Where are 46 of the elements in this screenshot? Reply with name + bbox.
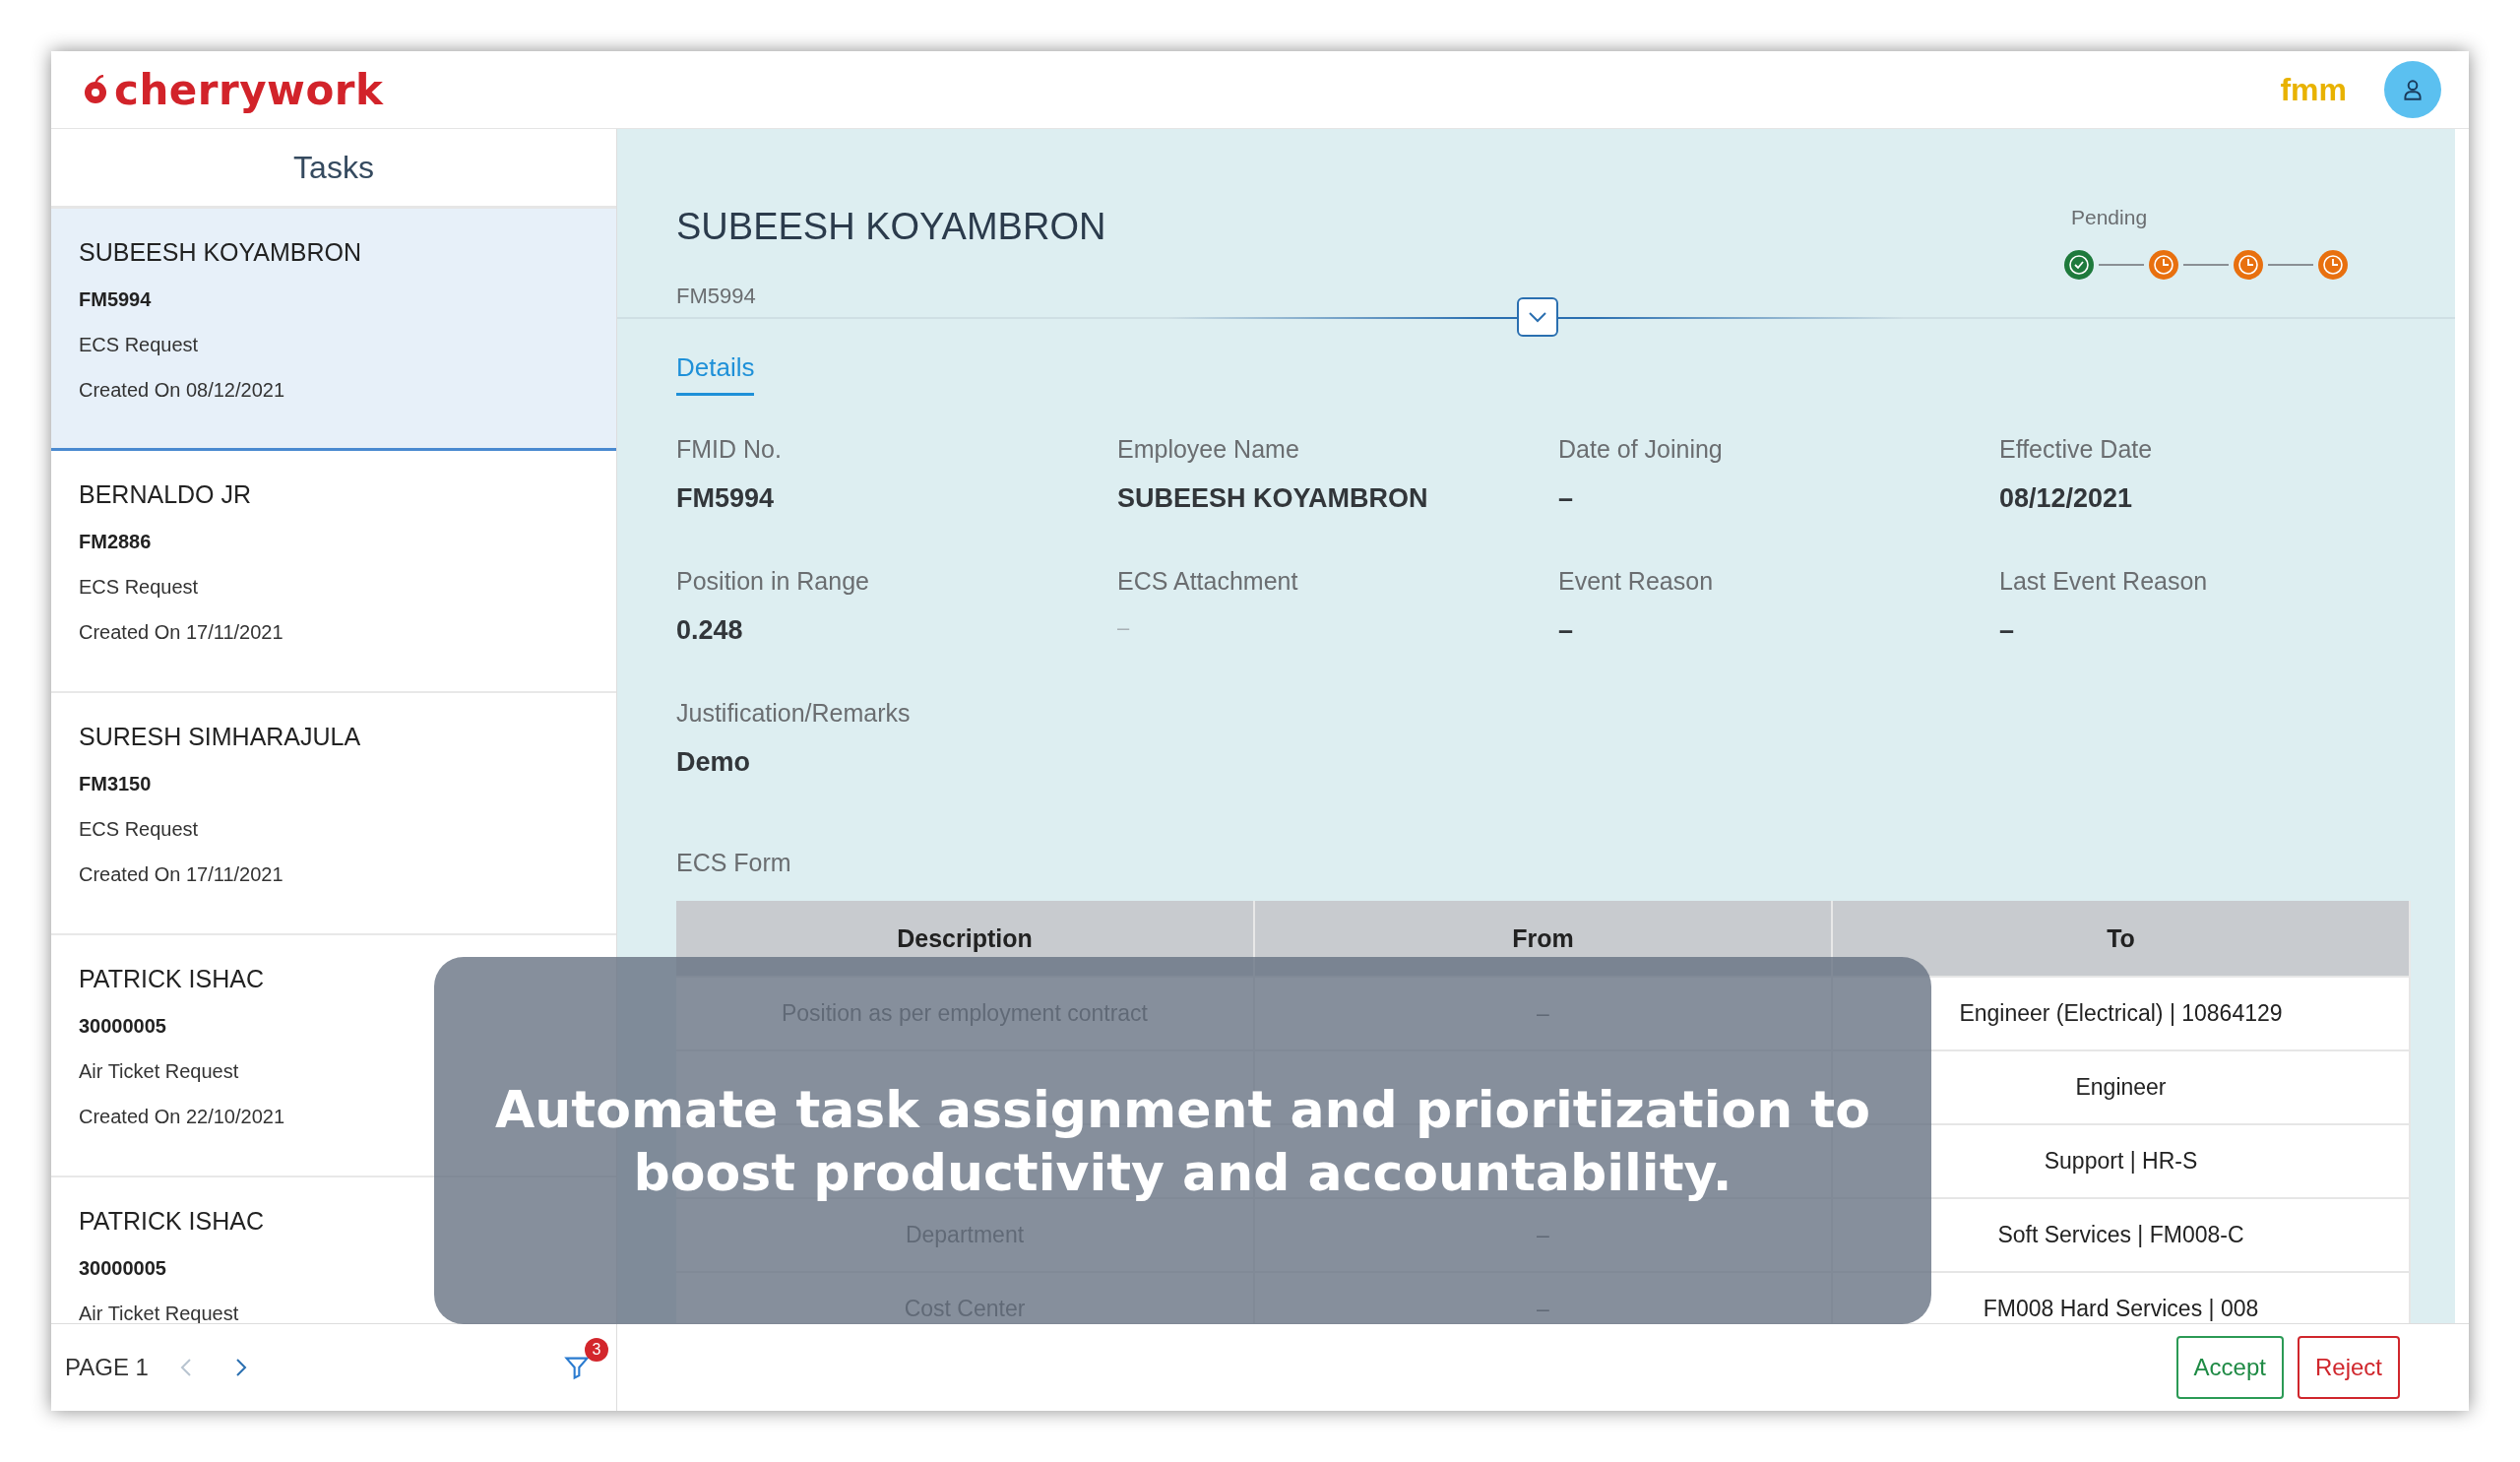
chevron-right-icon bbox=[234, 1358, 247, 1377]
table-cell: Soft Services | FM008-C bbox=[1997, 1222, 2244, 1247]
field-label: Date of Joining bbox=[1558, 435, 1724, 464]
field-label: FMID No. bbox=[676, 435, 783, 464]
tasks-title: Tasks bbox=[293, 149, 374, 186]
brand-logo[interactable]: cherrywork bbox=[114, 65, 384, 114]
column-header: To bbox=[1832, 901, 2410, 977]
field-value: – bbox=[1117, 615, 1131, 641]
field-value: Demo bbox=[676, 747, 751, 778]
page-label: PAGE 1 bbox=[65, 1354, 149, 1381]
field-value: – bbox=[1999, 615, 2016, 646]
field-label: Last Event Reason bbox=[1999, 567, 2209, 596]
task-item[interactable]: BERNALDO JR FM2886 ECS Request Created On 17/11/2021 bbox=[51, 451, 616, 693]
field-value: FM5994 bbox=[676, 483, 776, 514]
detail-title: SUBEESH KOYAMBRON bbox=[676, 206, 1106, 248]
detail-subtitle: FM5994 bbox=[676, 284, 757, 309]
field-label: Employee Name bbox=[1117, 435, 1300, 464]
filter-count-badge: 3 bbox=[585, 1338, 608, 1362]
field-label: Justification/Remarks bbox=[676, 699, 912, 728]
collapse-button[interactable] bbox=[1516, 297, 1558, 337]
task-item[interactable]: SURESH SIMHARAJULA FM3150 ECS Request Created On 17/11/2021 bbox=[51, 693, 616, 935]
field-label: ECS Attachment bbox=[1117, 567, 1299, 596]
field-label: Position in Range bbox=[676, 567, 870, 596]
field-label: Effective Date bbox=[1999, 435, 2154, 464]
task-item[interactable]: SUBEESH KOYAMBRON FM5994 ECS Request Created On 08/12/2021 bbox=[51, 209, 616, 451]
table-cell: – bbox=[1537, 1296, 1549, 1321]
partner-logo: fmm bbox=[2280, 71, 2347, 108]
chevron-down-icon bbox=[1527, 311, 1547, 323]
table-cell: Engineer (Electrical) | 10864129 bbox=[1959, 1000, 2283, 1026]
field-value: – bbox=[1558, 483, 1575, 514]
accept-button[interactable]: Accept bbox=[2175, 1336, 2284, 1399]
status-label: Pending bbox=[2071, 206, 2149, 229]
form-title: ECS Form bbox=[676, 849, 792, 877]
chevron-left-icon bbox=[179, 1358, 192, 1377]
field-value: – bbox=[1558, 615, 1575, 646]
field-value: 08/12/2021 bbox=[1999, 483, 2134, 514]
table-cell: Support | HR-S bbox=[2044, 1148, 2198, 1174]
field-value: 0.248 bbox=[676, 615, 744, 646]
reject-button[interactable]: Reject bbox=[2297, 1336, 2400, 1399]
field-label: Event Reason bbox=[1558, 567, 1715, 596]
table-cell: FM008 Hard Services | 008 bbox=[1983, 1296, 2259, 1321]
field-value: SUBEESH KOYAMBRON bbox=[1117, 483, 1429, 514]
table-cell: Engineer bbox=[2075, 1074, 2167, 1100]
table-cell: – bbox=[1537, 1222, 1549, 1247]
table-cell: – bbox=[1537, 1000, 1549, 1026]
user-avatar-button[interactable] bbox=[2384, 61, 2441, 118]
